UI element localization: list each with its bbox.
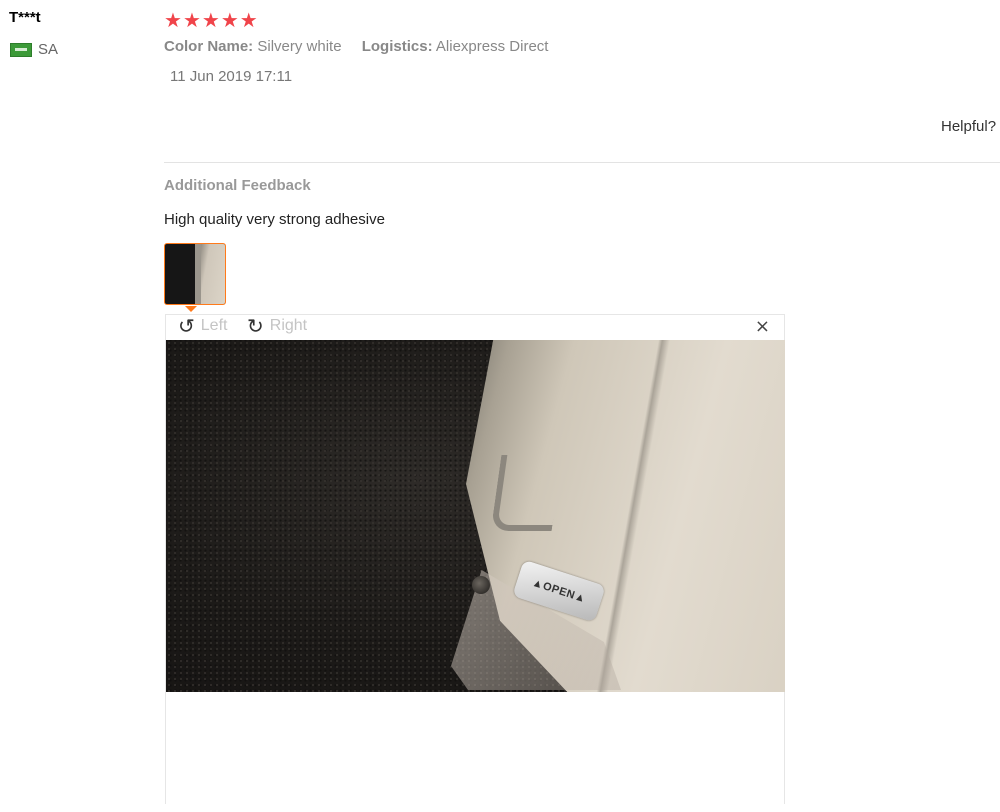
feedback-photo: ▲OPEN▲	[166, 340, 785, 692]
divider	[164, 162, 1000, 163]
star-icon: ★	[220, 8, 239, 32]
rating-stars: ★ ★ ★ ★ ★	[164, 9, 258, 31]
rotate-right-label: Right	[269, 317, 308, 334]
star-icon: ★	[164, 8, 182, 32]
reviewer-country: SA	[10, 41, 58, 58]
photo-door-edge	[490, 455, 563, 531]
additional-feedback-title: Additional Feedback	[164, 177, 311, 194]
thumbnail-pointer	[185, 306, 197, 312]
viewer-blank-area	[166, 692, 784, 812]
attribute-logistics: Logistics: Aliexpress Direct	[362, 38, 549, 55]
star-icon: ★	[201, 8, 220, 32]
attribute-value: Aliexpress Direct	[435, 38, 549, 55]
attribute-key: Logistics:	[361, 38, 433, 55]
rotate-left-button[interactable]: ↺ Left	[178, 316, 227, 336]
helpful-prompt[interactable]: Helpful?	[941, 118, 996, 135]
attribute-key: Color Name:	[164, 38, 254, 55]
country-code: SA	[38, 41, 59, 58]
rotate-right-button[interactable]: ↻ Right	[247, 316, 307, 336]
rotate-right-icon: ↻	[247, 314, 264, 338]
photo-viewer: ↺ Left ↻ Right × ▲OPEN▲	[165, 314, 785, 812]
star-icon: ★	[182, 8, 201, 32]
flag-icon	[10, 42, 32, 57]
thumbnail-image-edge	[195, 244, 201, 304]
attribute-value: Silvery white	[257, 38, 342, 55]
feedback-photo-thumbnail[interactable]	[164, 243, 226, 305]
reviewer-name: T***t	[9, 9, 41, 26]
photo-knob	[472, 576, 490, 594]
review-date: 11 Jun 2019 17:11	[170, 68, 293, 85]
viewer-toolbar: ↺ Left ↻ Right ×	[166, 315, 784, 340]
close-icon[interactable]: ×	[755, 317, 770, 337]
attribute-color: Color Name: Silvery white	[164, 38, 346, 55]
review-attributes: Color Name: Silvery white Logistics: Ali…	[164, 38, 548, 55]
rotate-left-label: Left	[200, 317, 228, 334]
star-icon: ★	[239, 8, 258, 32]
additional-feedback-text: High quality very strong adhesive	[164, 211, 385, 228]
rotate-left-icon: ↺	[178, 314, 195, 338]
